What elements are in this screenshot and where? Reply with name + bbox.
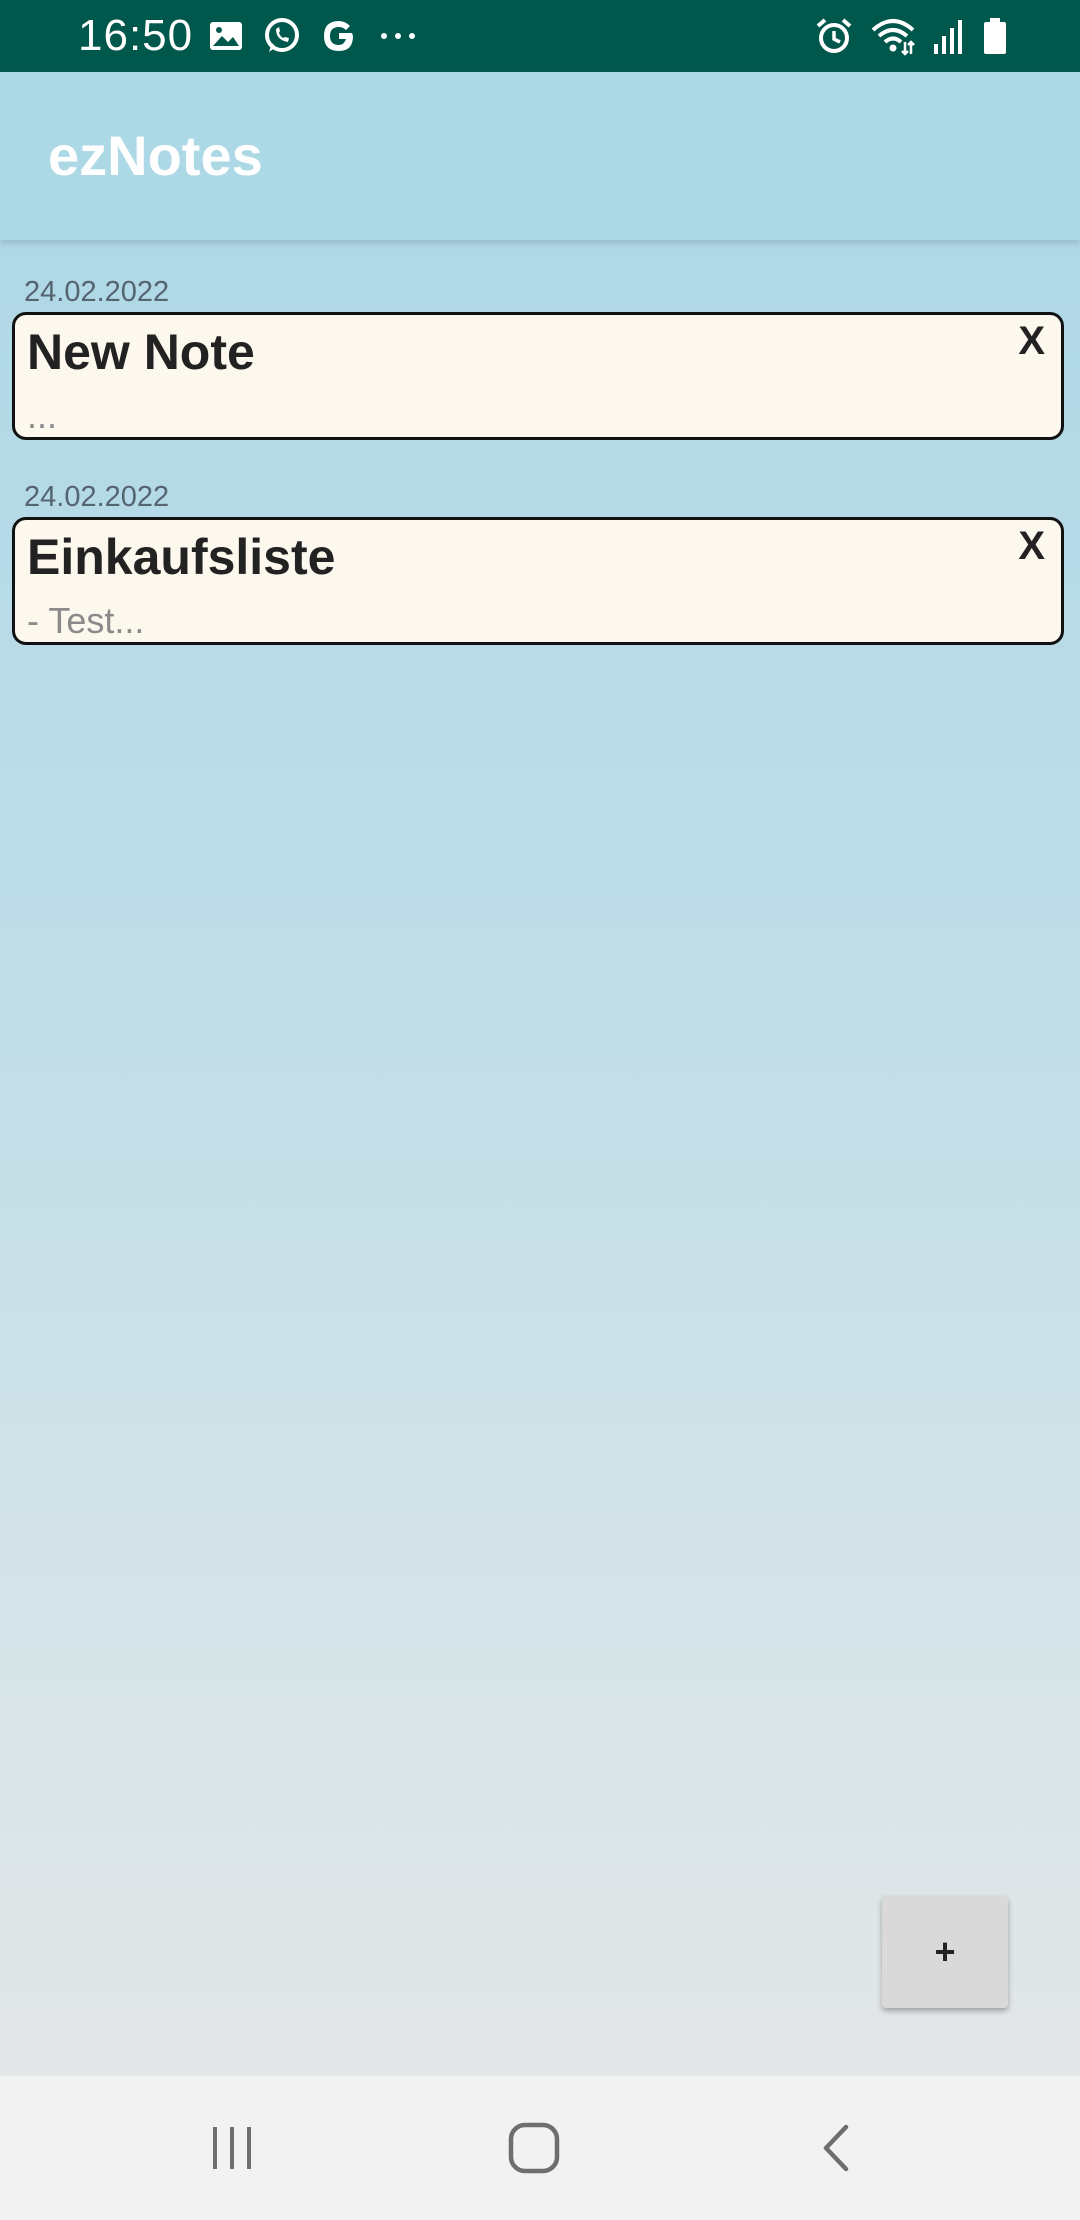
note-card[interactable]: Einkaufsliste - Test... X [12,517,1064,645]
status-system-icons [814,14,1008,58]
note-title: New Note [27,324,255,380]
home-icon[interactable] [444,2076,624,2220]
whatsapp-icon [262,16,302,56]
note-title: Einkaufsliste [27,529,336,585]
note-date: 24.02.2022 [24,276,170,308]
note-preview: ... [27,395,58,436]
battery-icon [982,16,1008,56]
note-card[interactable]: New Note ... X [12,312,1064,440]
google-icon [320,17,358,55]
app-title: ezNotes [48,124,263,187]
image-icon [208,18,244,54]
app-bar: ezNotes [0,72,1080,240]
back-icon[interactable] [746,2076,926,2220]
status-notification-icons [208,14,420,58]
wifi-icon [870,16,916,56]
navigation-bar [0,2076,1080,2220]
status-bar: 16:50 [0,0,1080,72]
recent-apps-icon[interactable] [142,2076,322,2220]
note-date: 24.02.2022 [24,481,170,513]
alarm-icon [814,16,854,56]
note-preview: - Test... [27,600,145,641]
more-dots-icon [376,18,420,54]
delete-note-button[interactable]: X [1018,524,1045,569]
status-time: 16:50 [78,11,194,60]
add-note-button[interactable]: + [882,1896,1008,2008]
delete-note-button[interactable]: X [1018,319,1045,364]
signal-icon [932,16,966,56]
